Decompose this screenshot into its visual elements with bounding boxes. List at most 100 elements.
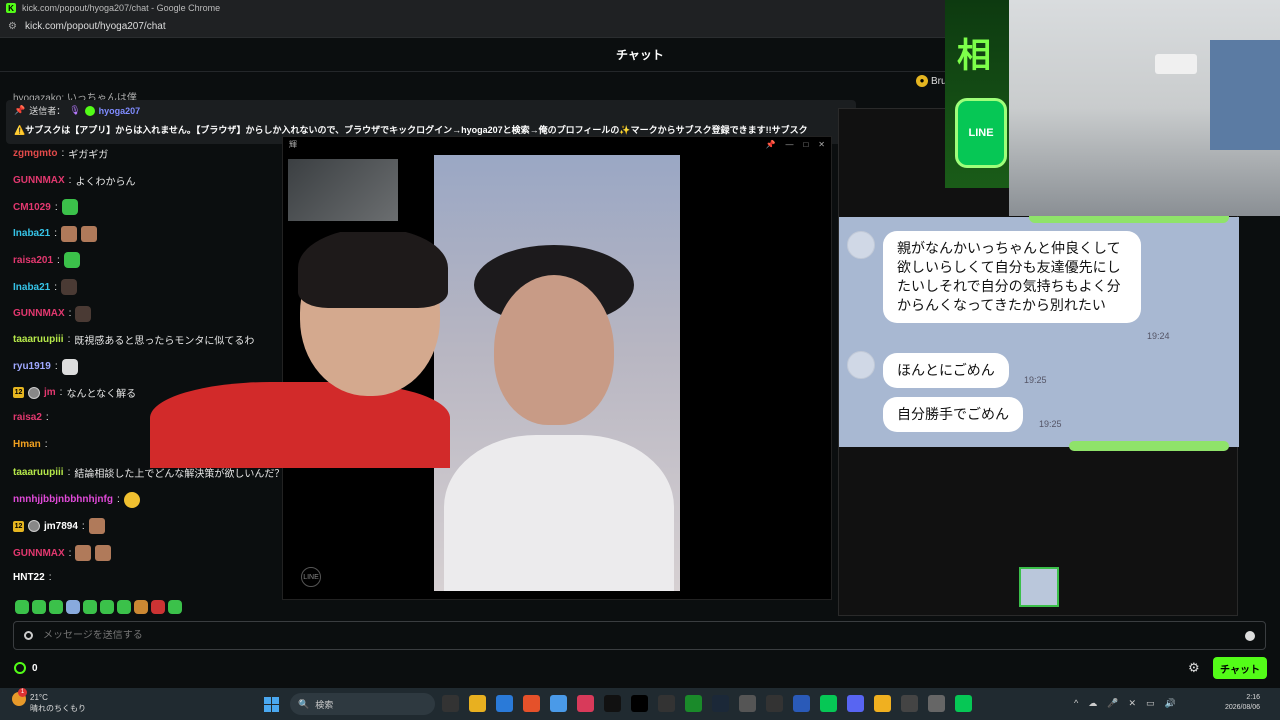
taskbar-clock[interactable]: 2:16 2026/08/06 [1218,693,1260,713]
chat-message[interactable]: zgmgmto: ギガギガ [13,146,108,161]
gear-icon[interactable] [928,695,945,712]
chat-username[interactable]: jm7894 [44,521,78,532]
shield-icon [24,631,33,640]
tiktok-icon[interactable] [604,695,621,712]
chat-message[interactable]: GUNNMAX: [13,305,92,322]
site-info-icon[interactable]: ⚙ [8,21,17,32]
chat-username[interactable]: Inaba21 [13,228,50,239]
store-icon[interactable] [496,695,513,712]
quick-emote-icon[interactable] [49,600,63,614]
maximize-icon[interactable]: □ [803,140,808,149]
emote-icon [81,225,98,242]
close-icon[interactable]: ✕ [1128,698,1136,709]
channel-points[interactable]: 0 [14,662,38,674]
screen-share-thumbnail[interactable] [1019,567,1059,607]
chat-message[interactable]: CM1029: [13,199,78,216]
gear-icon[interactable]: ⚙ [1188,660,1200,676]
brave-icon[interactable] [523,695,540,712]
chat-message[interactable]: GUNNMAX: [13,545,112,561]
explorer-icon[interactable] [442,695,459,712]
pin-window-icon[interactable]: 📌 [765,140,775,149]
quick-emote-icon[interactable] [66,600,80,614]
app-icon[interactable] [766,695,783,712]
contact-avatar [847,351,875,379]
chat-username[interactable]: taaaruupiii [13,467,64,478]
chat-username[interactable]: ryu1919 [13,361,51,372]
steam-icon[interactable] [712,695,729,712]
pin-icon: 📌 [14,105,26,115]
quick-emote-icon[interactable] [83,600,97,614]
chat-message-input[interactable] [43,630,1235,641]
chat-input-box[interactable] [13,621,1266,650]
quick-emote-icon[interactable] [168,600,182,614]
taskbar-search[interactable]: 🔍 検索 [290,693,435,715]
coin-icon: ● [916,75,928,87]
top-supporter-badge[interactable]: ● Bru [916,75,947,87]
verified-badge-icon [84,105,95,116]
quick-emote-icon[interactable] [100,600,114,614]
chat-message[interactable]: nnnhjjbbjnbbhnhjnfg: [13,491,140,508]
video-window-titlebar: 輝 📌 — □ ✕ [283,137,831,151]
chat-username[interactable]: Hman [13,439,41,450]
chat-username[interactable]: nnnhjjbbjnbbhnhjnfg [13,494,113,505]
quick-emote-icon[interactable] [134,600,148,614]
volume-icon[interactable]: 🔊 [1165,698,1176,709]
chrome-icon[interactable] [550,695,567,712]
chat-username[interactable]: Inaba21 [13,282,50,293]
chat-message[interactable]: raisa2: [13,412,49,423]
chevron-up-icon[interactable]: ^ [1074,698,1078,709]
quick-emote-icon[interactable] [151,600,165,614]
streamer-hair [298,232,448,308]
chat-message[interactable]: 12 jm7894: [13,518,105,535]
line-icon[interactable] [820,695,837,712]
network-icon[interactable]: ▭ [1146,698,1155,709]
chat-message[interactable]: Hman: [13,439,48,450]
weather-icon: 1 [12,688,27,706]
cloud-icon[interactable]: ☁ [1088,698,1097,709]
chat-username[interactable]: GUNNMAX [13,548,65,559]
weather-temp: 21°C [30,693,48,702]
chat-message[interactable]: Inaba21: [13,225,98,242]
chat-username[interactable]: GUNNMAX [13,175,65,186]
chat-username[interactable]: CM1029 [13,202,51,213]
pinned-username[interactable]: hyoga207 [99,106,141,116]
quick-emote-icon[interactable] [117,600,131,614]
media-icon[interactable] [685,695,702,712]
line-icon[interactable] [955,695,972,712]
chat-message[interactable]: Inaba21: [13,279,78,295]
microphone-icon[interactable]: 🎤 [1107,698,1118,709]
chat-message[interactable]: GUNNMAX: よくわからん [13,173,135,188]
app-icon[interactable] [739,695,756,712]
chat-message[interactable]: raisa201: [13,252,80,269]
emote-icon [61,199,78,216]
quick-emote-icon[interactable] [32,600,46,614]
windows-start-icon[interactable] [264,697,279,712]
chat-username[interactable]: jm [44,387,56,398]
app-icon[interactable] [901,695,918,712]
self-camera-preview [288,159,398,221]
app-icon[interactable] [658,695,675,712]
chat-username[interactable]: raisa201 [13,255,53,266]
chat-message[interactable]: ryu1919: [13,358,78,375]
chat-username[interactable]: HNT22 [13,572,45,583]
app-icon[interactable] [577,695,594,712]
send-chat-button[interactable]: チャット [1213,657,1267,679]
chat-username[interactable]: GUNNMAX [13,308,65,319]
app-icon[interactable] [793,695,810,712]
promo-banner: 相 LINE [945,0,1009,188]
terminal-icon[interactable] [631,695,648,712]
quick-emote-icon[interactable] [15,600,29,614]
minimize-icon[interactable]: — [785,140,793,149]
emote-picker-icon[interactable] [1245,630,1255,641]
chat-username[interactable]: taaaruupiii [13,334,64,345]
chat-username[interactable]: zgmgmto [13,148,57,159]
chat-message[interactable]: HNT22: [13,572,51,583]
url-text[interactable]: kick.com/popout/hyoga207/chat [25,21,166,32]
folder-icon[interactable] [469,695,486,712]
chat-message[interactable]: 12 jm: なんとなく解る [13,385,136,400]
weather-widget[interactable]: 1 21°C 晴れのちくもり [12,688,86,714]
discord-icon[interactable] [847,695,864,712]
app-icon[interactable] [874,695,891,712]
close-icon[interactable]: ✕ [818,140,825,149]
chat-username[interactable]: raisa2 [13,412,42,423]
